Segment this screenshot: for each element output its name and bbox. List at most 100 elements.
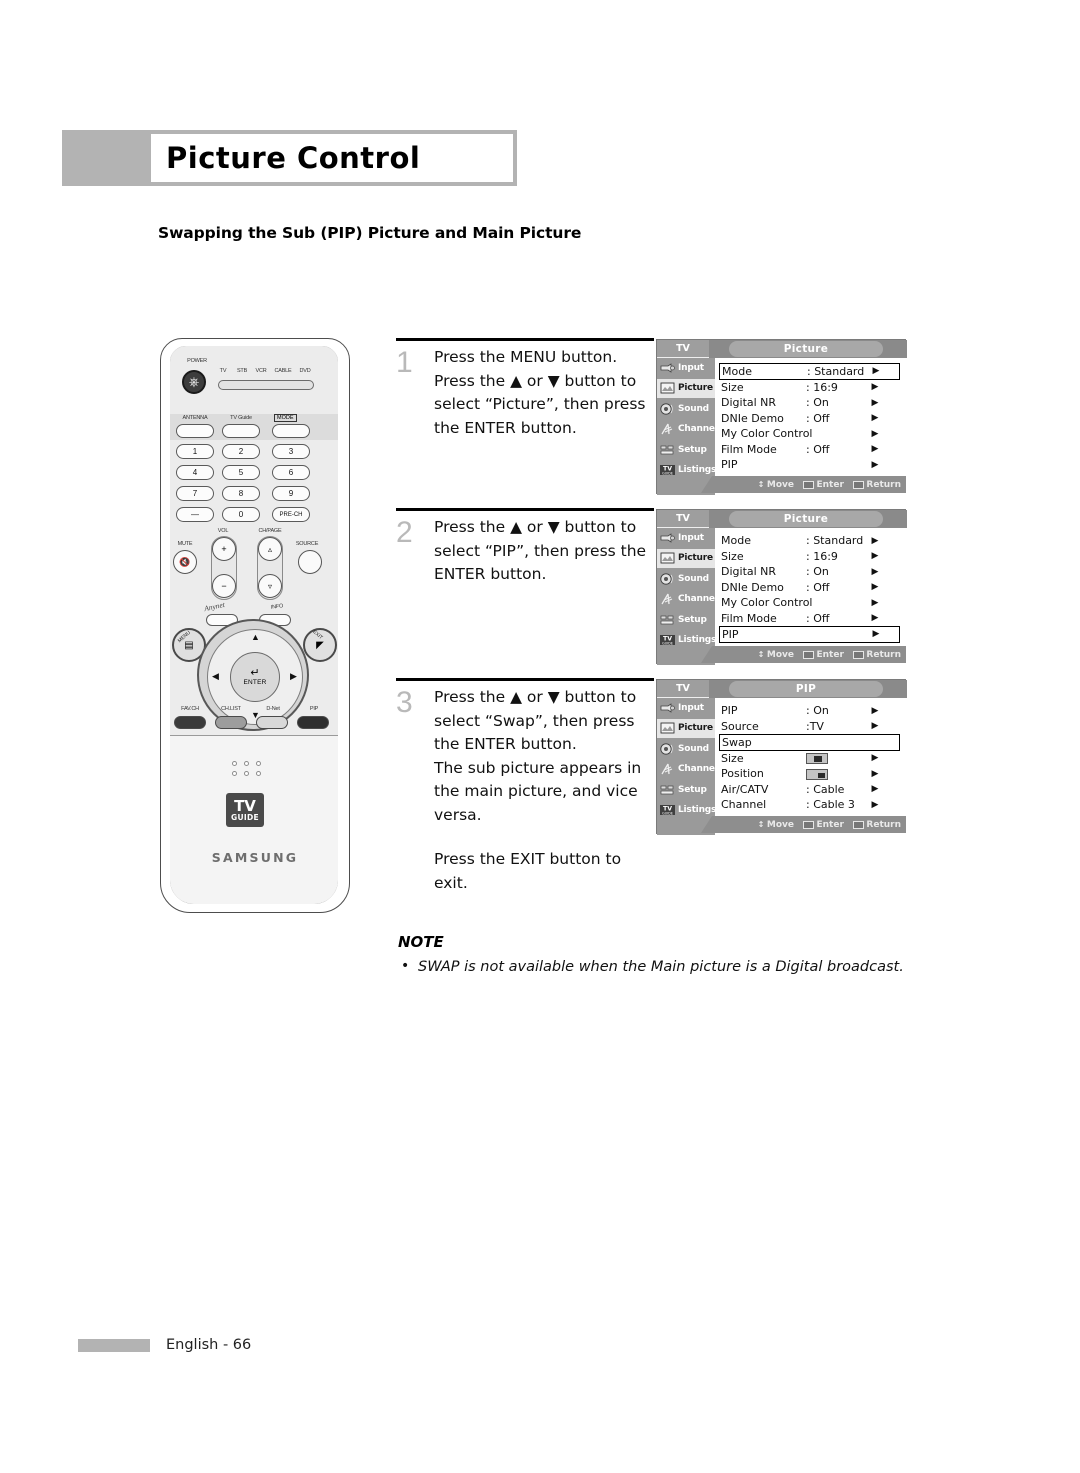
chevron-right-icon: ▶ [872, 629, 880, 640]
enter-button[interactable]: ↵ ENTER [230, 652, 280, 702]
osd-row-size[interactable]: Size : 16:9 ▶ [721, 380, 900, 396]
setup-icon [659, 613, 676, 627]
sidebar-item-setup[interactable]: Setup [657, 780, 715, 799]
antenna-icon [659, 592, 676, 606]
enter-key-icon [803, 480, 814, 489]
osd-row-digital-nr[interactable]: Digital NR : On ▶ [721, 395, 900, 411]
keypad-7[interactable]: 7 [176, 486, 214, 501]
volume-up-button[interactable]: + [212, 537, 236, 561]
tv-guide-button[interactable] [222, 424, 260, 438]
osd-row-film-mode[interactable]: Film Mode : Off ▶ [721, 442, 900, 458]
led-dot [256, 771, 261, 776]
volume-down-button[interactable]: − [212, 574, 236, 598]
sidebar-item-input[interactable]: Input [657, 528, 715, 547]
osd-row-film-mode[interactable]: Film Mode : Off ▶ [721, 611, 900, 627]
osd-row-dnie-demo[interactable]: DNIe Demo : Off ▶ [721, 580, 900, 596]
sidebar-item-input[interactable]: Input [657, 358, 715, 377]
sidebar-item-picture[interactable]: Picture [657, 548, 715, 568]
osd-row-position[interactable]: Position ▶ [721, 766, 900, 782]
dpad-right-icon[interactable]: ▶ [290, 672, 297, 681]
source-button[interactable] [298, 550, 322, 574]
osd-row-size[interactable]: Size ▶ [721, 751, 900, 767]
mute-button[interactable]: 🔇 [173, 550, 197, 574]
sidebar-item-listings[interactable]: TV GUIDE Listings [657, 631, 716, 650]
sidebar-item-listings[interactable]: TV GUIDE Listings [657, 801, 717, 820]
osd-row-value: : 16:9 [806, 380, 838, 394]
osd-row-pip[interactable]: PIP ▶ [721, 457, 900, 473]
osd-row-pip[interactable]: PIP : On ▶ [721, 703, 900, 719]
keypad-9[interactable]: 9 [272, 486, 310, 501]
channel-down-button[interactable]: ▿ [258, 574, 282, 598]
sidebar-label-input: Input [678, 532, 704, 543]
dpad-left-icon[interactable]: ◀ [212, 672, 219, 681]
osd-row-mode[interactable]: Mode : Standard ▶ [721, 533, 900, 549]
ch-list-button[interactable] [215, 716, 247, 729]
osd-row-my-color-control[interactable]: My Color Control ▶ [721, 426, 900, 442]
keypad-2[interactable]: 2 [222, 444, 260, 459]
sidebar-item-channel[interactable]: Channel [657, 420, 718, 439]
osd-sidebar[interactable]: Input Picture Sound Channel Setup TV GUI… [657, 528, 718, 665]
osd-row-swap[interactable]: Swap [719, 734, 900, 751]
osd-title: PIP [729, 681, 883, 697]
page-header: Picture Control [62, 130, 517, 186]
led-dot [256, 761, 261, 766]
sidebar-item-sound[interactable]: Sound [657, 399, 715, 418]
pip-button[interactable] [297, 716, 329, 729]
keypad-0[interactable]: 0 [222, 507, 260, 522]
osd-row-digital-nr[interactable]: Digital NR : On ▶ [721, 564, 900, 580]
sidebar-item-channel[interactable]: Channel [657, 760, 718, 779]
osd-sidebar[interactable]: Input Picture Sound Channel Setup TV GUI… [657, 698, 718, 835]
osd-row-value [806, 752, 868, 765]
power-button[interactable]: ⎈ [182, 370, 206, 394]
dpad-up-icon[interactable]: ▲ [251, 633, 260, 642]
keypad-1[interactable]: 1 [176, 444, 214, 459]
led-dot [244, 771, 249, 776]
d-net-button[interactable] [256, 716, 288, 729]
osd-row-mode[interactable]: Mode : Standard ▶ [719, 363, 900, 380]
antenna-button[interactable] [176, 424, 214, 438]
osd-row-source[interactable]: Source :TV ▶ [721, 719, 900, 735]
osd-row-value: : On [806, 704, 829, 718]
tvguide-label: TV Guide [230, 415, 252, 421]
sidebar-item-picture[interactable]: Picture [657, 378, 715, 398]
sidebar-label-listings: Listings [678, 805, 717, 816]
keypad-4[interactable]: 4 [176, 465, 214, 480]
hint-return-label: Return [866, 649, 901, 660]
keypad-dash[interactable]: — [176, 507, 214, 522]
osd-row-channel[interactable]: Channel : Cable 3 ▶ [721, 797, 900, 813]
osd-panel-pip-menu[interactable]: TV PIP Input Picture Sound Channel Setup… [656, 679, 907, 835]
sidebar-item-channel[interactable]: Channel [657, 590, 718, 609]
osd-sidebar[interactable]: Input Picture Sound Channel Setup TV GUI… [657, 358, 718, 495]
chevron-right-icon: ▶ [871, 768, 879, 779]
keypad-3[interactable]: 3 [272, 444, 310, 459]
keypad-8[interactable]: 8 [222, 486, 260, 501]
fav-ch-button[interactable] [174, 716, 206, 729]
sidebar-item-sound[interactable]: Sound [657, 739, 715, 758]
osd-row-dnie-demo[interactable]: DNIe Demo : Off ▶ [721, 411, 900, 427]
hint-return: Return [852, 649, 901, 660]
keypad-6[interactable]: 6 [272, 465, 310, 480]
osd-row-value: : Standard [806, 534, 864, 548]
sidebar-item-setup[interactable]: Setup [657, 610, 715, 629]
osd-row-size[interactable]: Size : 16:9 ▶ [721, 549, 900, 565]
osd-row-label: PIP [721, 704, 738, 718]
sidebar-item-input[interactable]: Input [657, 698, 715, 717]
mode-button[interactable] [272, 424, 310, 438]
keypad-5[interactable]: 5 [222, 465, 260, 480]
sidebar-item-setup[interactable]: Setup [657, 440, 715, 459]
svg-text:GUIDE: GUIDE [662, 812, 673, 816]
osd-row-air-catv[interactable]: Air/CATV : Cable ▶ [721, 782, 900, 798]
samsung-brand-label: SAMSUNG [211, 850, 299, 865]
osd-row-my-color-control[interactable]: My Color Control ▶ [721, 595, 900, 611]
osd-row-label: Mode [721, 534, 751, 548]
sidebar-item-listings[interactable]: TV GUIDE Listings [657, 461, 716, 480]
osd-row-pip[interactable]: PIP ▶ [719, 626, 900, 643]
osd-panel-picture-menu-1[interactable]: TV Picture Input Picture Sound Channel S… [656, 339, 907, 495]
sidebar-item-picture[interactable]: Picture [657, 718, 715, 738]
pre-ch-button[interactable]: PRE-CH [272, 507, 310, 522]
channel-up-button[interactable]: ▵ [258, 537, 282, 561]
osd-panel-picture-menu-2[interactable]: TV Picture Input Picture Sound Channel S… [656, 509, 907, 665]
sidebar-item-sound[interactable]: Sound [657, 569, 715, 588]
hint-move: ↕ Move [758, 820, 794, 830]
navigation-dpad[interactable]: ▲ ▼ ◀ ▶ ↵ ENTER [197, 619, 309, 731]
